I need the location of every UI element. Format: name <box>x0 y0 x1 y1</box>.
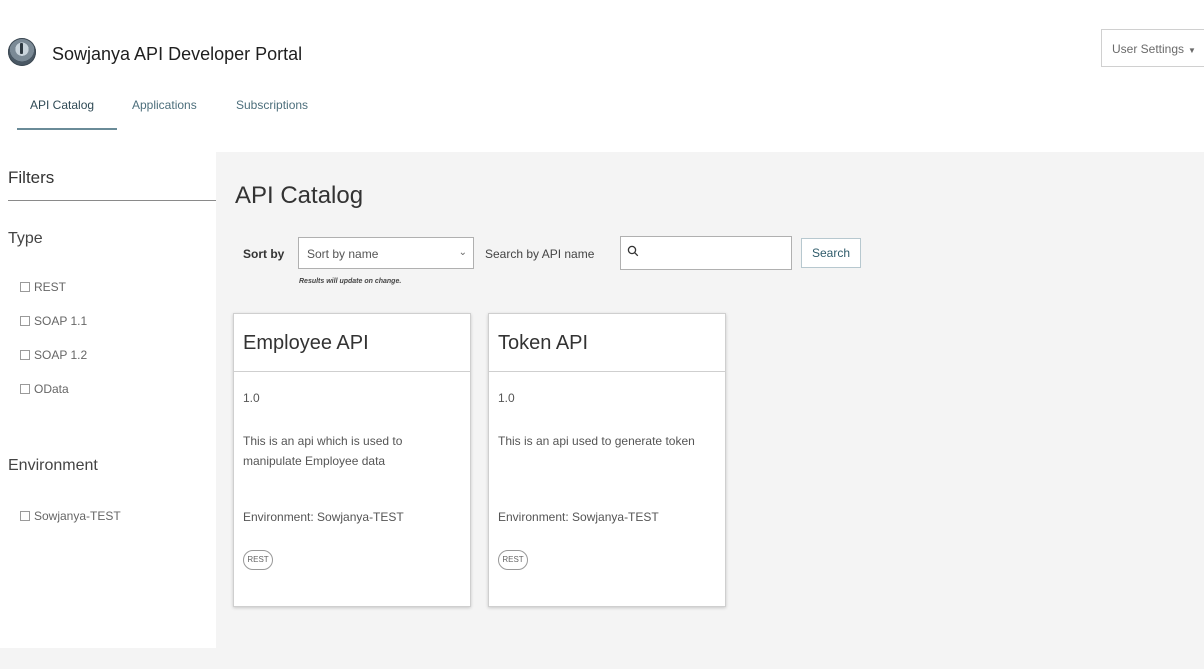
filter-label: SOAP 1.1 <box>34 314 88 328</box>
sort-label: Sort by <box>243 247 285 261</box>
checkbox[interactable] <box>20 281 30 292</box>
search-icon <box>627 244 639 260</box>
search-field[interactable] <box>620 236 792 270</box>
filter-label: SOAP 1.2 <box>34 348 88 362</box>
api-card-employee[interactable]: Employee API 1.0 This is an api which is… <box>233 313 471 607</box>
active-tab-indicator <box>17 128 117 130</box>
tab-subscriptions[interactable]: Subscriptions <box>236 98 308 112</box>
checkbox[interactable] <box>20 315 30 326</box>
filter-environment-sowjanya-test[interactable]: Sowjanya-TEST <box>20 509 121 523</box>
card-description: This is an api which is used to manipula… <box>243 434 403 468</box>
filter-type-soap-1-2[interactable]: SOAP 1.2 <box>20 348 87 362</box>
portal-logo-icon[interactable] <box>8 38 36 66</box>
card-environment: Environment: Sowjanya-TEST <box>243 510 404 524</box>
card-version: 1.0 <box>243 391 260 405</box>
header: Sowjanya API Developer Portal User Setti… <box>0 0 1204 152</box>
filters-sidebar <box>0 152 216 648</box>
sort-hint: Results will update on change. <box>299 278 402 285</box>
filter-label: REST <box>34 280 67 294</box>
card-version: 1.0 <box>498 391 515 405</box>
filter-type-soap-1-1[interactable]: SOAP 1.1 <box>20 314 87 328</box>
filters-divider <box>8 200 216 201</box>
filter-label: Sowjanya-TEST <box>34 509 121 523</box>
page-title: API Catalog <box>235 182 364 209</box>
api-card-token[interactable]: Token API 1.0 This is an api used to gen… <box>488 313 726 607</box>
search-label: Search by API name <box>485 247 595 261</box>
filter-group-environment-title: Environment <box>8 457 98 474</box>
tab-applications[interactable]: Applications <box>132 98 197 112</box>
card-title[interactable]: Employee API <box>243 332 369 355</box>
user-settings-button[interactable]: User Settings ▼ <box>1101 29 1204 67</box>
card-title[interactable]: Token API <box>498 332 588 355</box>
card-header: Token API <box>489 314 725 372</box>
checkbox[interactable] <box>20 349 30 360</box>
checkbox[interactable] <box>20 383 30 394</box>
filter-label: OData <box>34 382 69 396</box>
sort-selected-value: Sort by name <box>307 247 379 261</box>
sort-select[interactable]: Sort by name ⌄ <box>298 237 474 269</box>
tab-api-catalog[interactable]: API Catalog <box>30 98 94 112</box>
type-badge: REST <box>498 550 528 570</box>
chevron-down-icon: ⌄ <box>458 247 467 258</box>
checkbox[interactable] <box>20 510 30 521</box>
filter-type-odata[interactable]: OData <box>20 382 69 396</box>
filter-group-type-title: Type <box>8 230 43 247</box>
card-environment: Environment: Sowjanya-TEST <box>498 510 659 524</box>
card-header: Employee API <box>234 314 470 372</box>
search-button[interactable]: Search <box>801 238 861 268</box>
card-description: This is an api used to generate token <box>498 434 695 448</box>
portal-title[interactable]: Sowjanya API Developer Portal <box>52 44 302 65</box>
caret-down-icon: ▼ <box>1188 46 1196 55</box>
user-settings-label: User Settings <box>1112 42 1185 56</box>
filters-title: Filters <box>8 168 55 187</box>
type-badge: REST <box>243 550 273 570</box>
filter-type-rest[interactable]: REST <box>20 280 66 294</box>
search-input[interactable] <box>643 243 787 265</box>
